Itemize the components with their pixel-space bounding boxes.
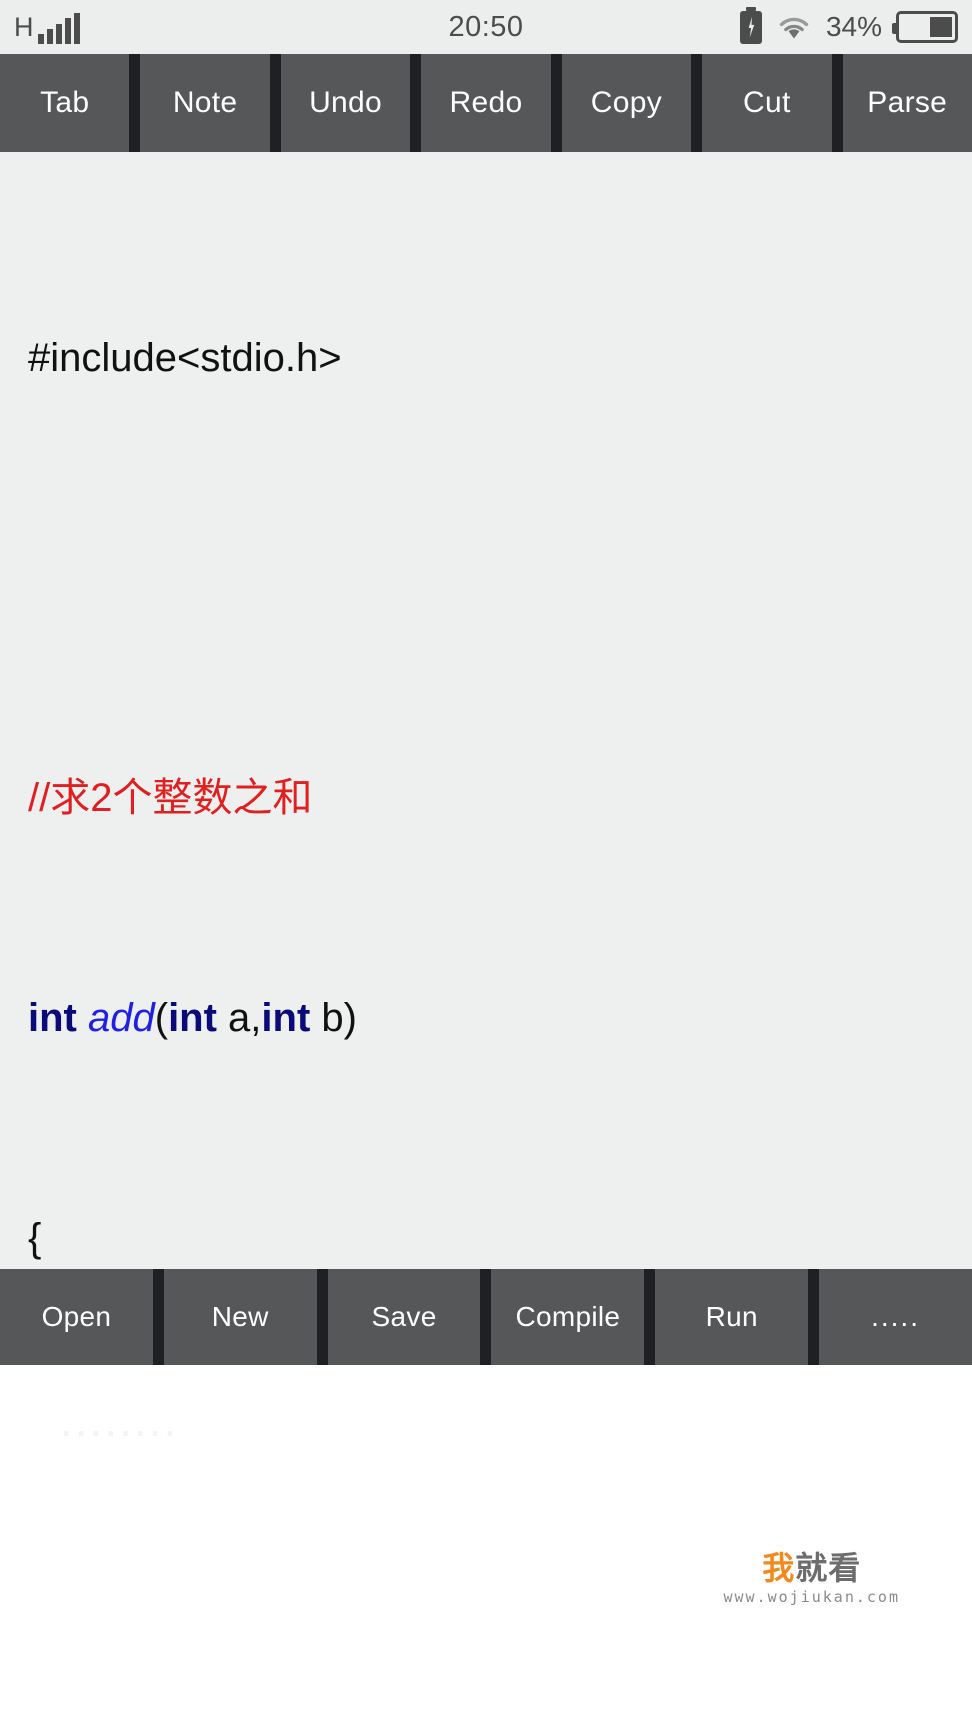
- keyword-int-param-b: int: [261, 996, 311, 1040]
- code-line-comment-add: //求2个整数之和: [28, 771, 972, 826]
- ghost-placeholder-text: ........: [60, 1394, 179, 1446]
- more-button[interactable]: .....: [819, 1269, 972, 1365]
- copy-button[interactable]: Copy: [561, 54, 692, 152]
- compile-button[interactable]: Compile: [491, 1269, 645, 1365]
- watermark-logo: 我就看: [724, 1552, 901, 1584]
- code-line-include: #include<stdio.h>: [28, 331, 972, 386]
- redo-button[interactable]: Redo: [421, 54, 551, 152]
- bottom-toolbar: Open New Save Compile Run .....: [0, 1269, 972, 1365]
- comment-add-text: //求2个整数之和: [28, 776, 313, 820]
- code-content[interactable]: #include<stdio.h> //求2个整数之和 int add(int …: [0, 166, 972, 1269]
- paren-open: (: [154, 996, 169, 1040]
- code-line-blank-1: [28, 551, 972, 606]
- undo-button[interactable]: Undo: [280, 54, 411, 152]
- open-button[interactable]: Open: [0, 1269, 153, 1365]
- battery-charging-icon: [739, 6, 762, 44]
- param-b: b): [310, 996, 357, 1040]
- code-line-add-brace-open: {: [28, 1211, 972, 1266]
- wifi-icon: [776, 13, 812, 41]
- note-button[interactable]: Note: [140, 54, 270, 152]
- function-add: add: [87, 996, 155, 1040]
- status-bar-right: 34%: [739, 6, 958, 44]
- save-button[interactable]: Save: [327, 1269, 481, 1365]
- code-editor[interactable]: #include<stdio.h> //求2个整数之和 int add(int …: [0, 152, 972, 1269]
- brace-open: {: [28, 1216, 42, 1260]
- status-bar: H 20:50 34%: [0, 0, 972, 54]
- battery-icon: [892, 11, 958, 43]
- site-watermark: 我就看 www.wojiukan.com: [724, 1552, 901, 1606]
- battery-percent-label: 34%: [825, 11, 882, 42]
- new-button[interactable]: New: [163, 1269, 317, 1365]
- cut-button[interactable]: Cut: [702, 54, 832, 152]
- keyword-int-param-a: int: [168, 996, 217, 1040]
- parse-button[interactable]: Parse: [842, 54, 972, 152]
- run-button[interactable]: Run: [655, 1269, 809, 1365]
- app-root: H 20:50 34% Tab Note Undo Redo Copy Cut …: [0, 0, 972, 1728]
- include-text: #include<stdio.h>: [28, 336, 342, 380]
- keyword-int: int: [28, 996, 88, 1040]
- watermark-logo-accent: 我: [762, 1549, 796, 1587]
- output-panel[interactable]: ........ 我就看 www.wojiukan.com: [0, 1365, 972, 1630]
- top-toolbar: Tab Note Undo Redo Copy Cut Parse: [0, 54, 972, 152]
- param-a: a,: [216, 996, 262, 1040]
- watermark-logo-rest: 就看: [795, 1549, 862, 1587]
- code-line-add-signature: int add(int a,int b): [28, 991, 972, 1046]
- tab-button[interactable]: Tab: [0, 54, 130, 152]
- watermark-url: www.wojiukan.com: [723, 1588, 900, 1606]
